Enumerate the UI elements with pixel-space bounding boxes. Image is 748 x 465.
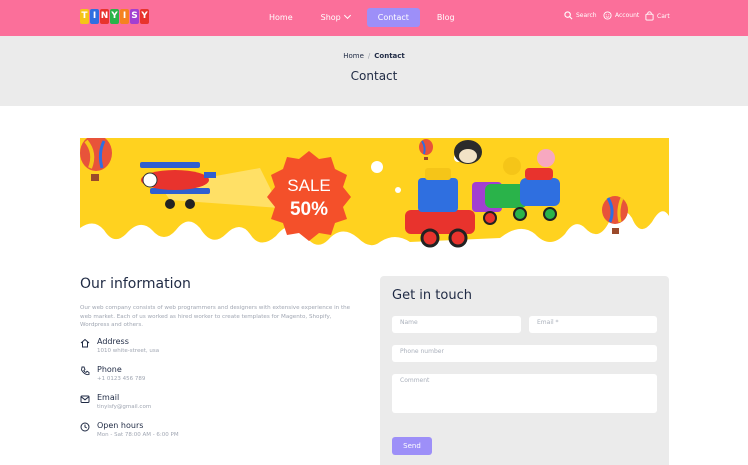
phone-field[interactable]: Phone number <box>392 345 657 362</box>
brand-logo[interactable]: TINYISY <box>80 9 149 26</box>
home-icon <box>80 338 90 348</box>
breadcrumb-separator: / <box>367 52 371 60</box>
account-link[interactable]: Account <box>603 11 639 20</box>
mail-icon <box>80 395 90 403</box>
breadcrumb: Home / Contact <box>0 52 748 60</box>
info-title: Our information <box>80 276 191 292</box>
sale-banner[interactable]: SALE 50% <box>80 138 669 254</box>
logo-letter: S <box>130 9 139 24</box>
info-row-email: Email tinyisfy@gmail.com <box>80 393 151 410</box>
name-field[interactable]: Name <box>392 316 521 333</box>
info-row-hours: Open hours Mon - Sat 78:00 AM - 6:00 PM <box>80 421 179 438</box>
account-label: Account <box>615 12 640 19</box>
logo-letter: I <box>120 9 129 24</box>
phone-icon <box>81 366 90 376</box>
hours-value: Mon - Sat 78:00 AM - 6:00 PM <box>97 432 179 438</box>
nav-shop[interactable]: Shop <box>310 8 361 27</box>
info-row-address: Address 1010 white-street, usa <box>80 337 159 354</box>
main-nav: Home Shop Contact Blog <box>258 8 472 27</box>
site-header: TINYISY Home Shop Contact Blog Search Ac… <box>0 0 748 36</box>
logo-letter: T <box>80 9 89 24</box>
sale-percent: 50% <box>290 199 328 220</box>
send-button[interactable]: Send <box>392 437 432 455</box>
cart-link[interactable]: Cart <box>645 11 670 21</box>
phone-value: +1 0123 456 789 <box>97 376 146 382</box>
contact-form: Get in touch Name Email * Phone number C… <box>380 276 669 465</box>
cart-label: Cart <box>657 12 670 20</box>
nav-blog[interactable]: Blog <box>426 8 466 27</box>
email-field[interactable]: Email * <box>529 316 657 333</box>
search-icon <box>564 11 573 20</box>
email-label: Email <box>97 393 120 402</box>
logo-letter: I <box>90 9 99 24</box>
page-title: Contact <box>350 69 398 83</box>
chevron-down-icon <box>343 11 351 20</box>
address-label: Address <box>97 337 129 346</box>
info-row-phone: Phone +1 0123 456 789 <box>80 365 145 382</box>
clock-icon <box>80 422 90 432</box>
account-icon <box>603 11 612 20</box>
sale-word: SALE <box>287 176 330 195</box>
phone-label: Phone <box>97 365 122 374</box>
logo-letter: Y <box>110 9 119 24</box>
logo-letter: Y <box>140 9 149 24</box>
breadcrumb-home[interactable]: Home <box>343 52 364 60</box>
comment-field[interactable]: Comment <box>392 374 657 413</box>
info-description: Our web company consists of web programm… <box>80 305 351 328</box>
hours-label: Open hours <box>97 421 144 430</box>
email-value[interactable]: tinyisfy@gmail.com <box>97 404 151 410</box>
form-title: Get in touch <box>392 288 472 303</box>
nav-contact[interactable]: Contact <box>366 8 420 27</box>
search-label: Search <box>576 12 597 19</box>
address-value: 1010 white-street, usa <box>97 348 160 354</box>
cart-icon <box>645 11 654 21</box>
nav-home[interactable]: Home <box>258 8 304 27</box>
logo-letter: N <box>100 9 109 24</box>
page-heading-band: Home / Contact Contact <box>0 36 748 106</box>
nav-shop-label: Shop <box>320 13 341 22</box>
breadcrumb-current: Contact <box>374 52 405 60</box>
search-link[interactable]: Search <box>564 11 597 20</box>
